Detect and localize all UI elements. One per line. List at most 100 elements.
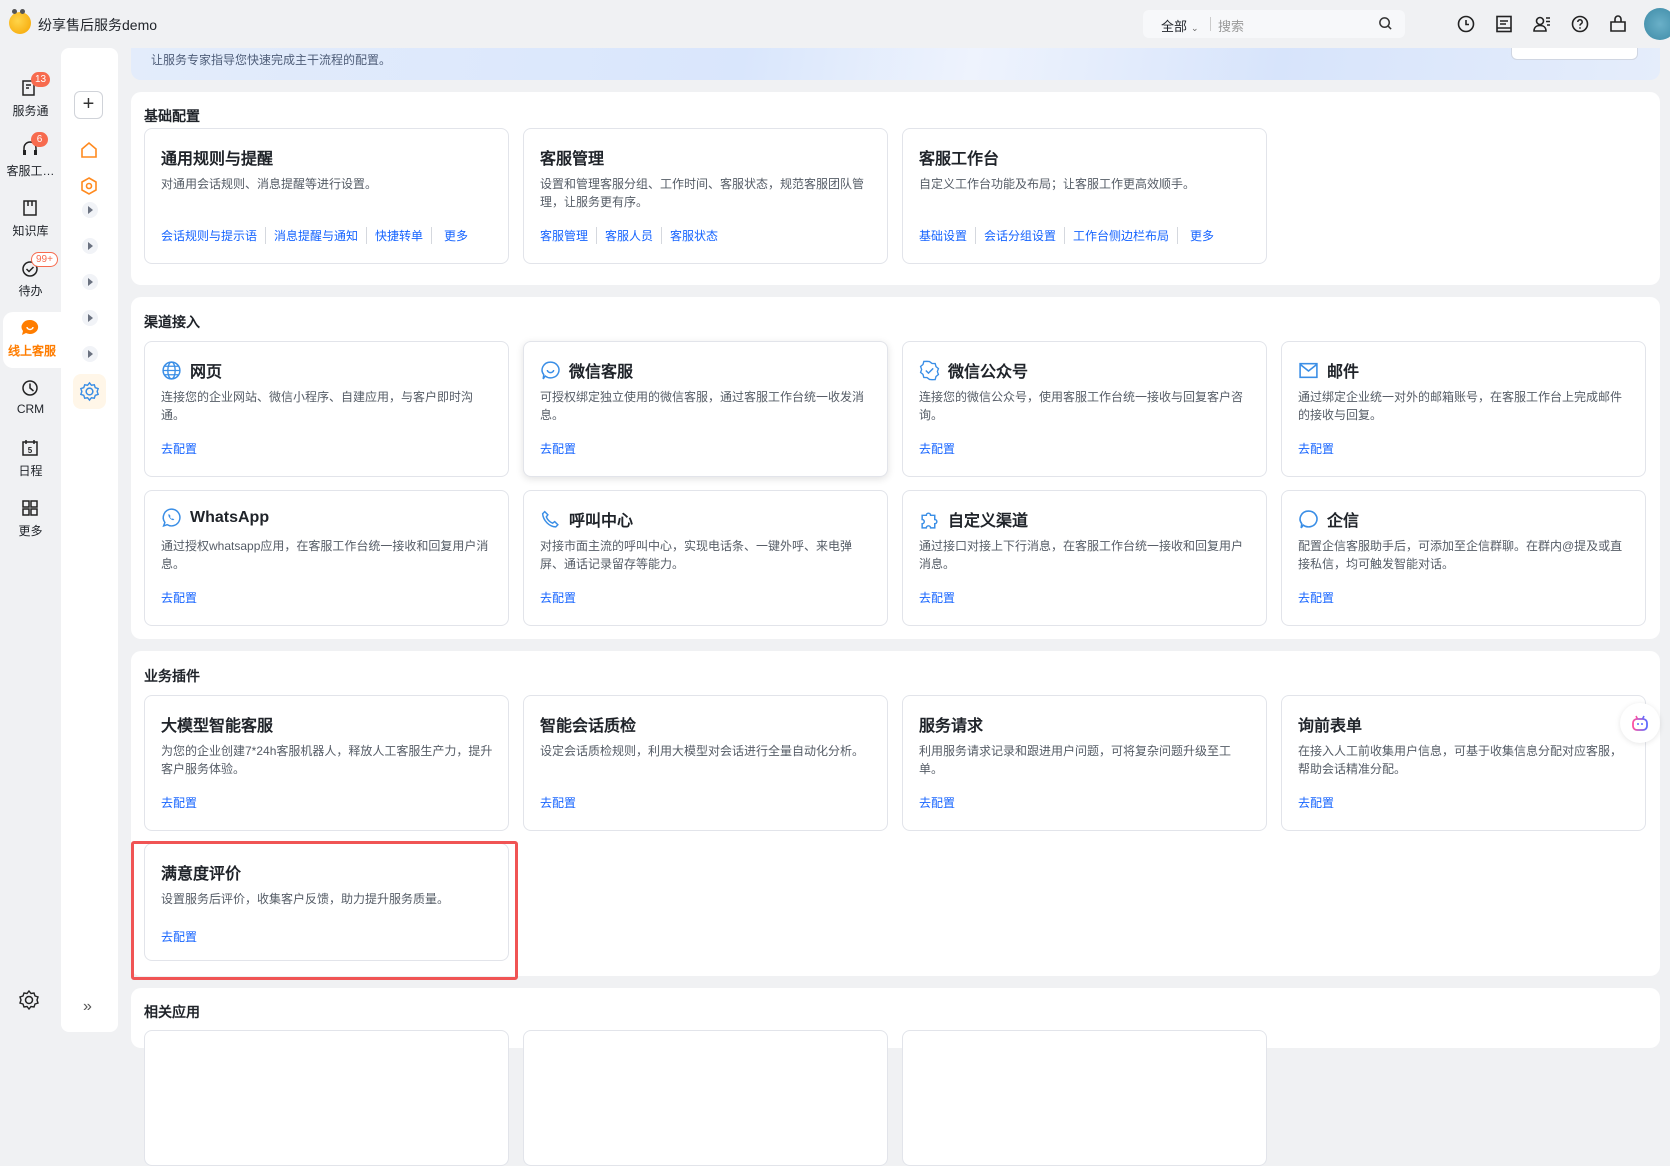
config-card[interactable]: 客服工作台 自定义工作台功能及布局；让客服工作更高效顺手。 基础设置 会话分组设置 工作… — [902, 128, 1267, 264]
add-button[interactable]: + — [74, 91, 103, 119]
bag-icon[interactable] — [1607, 13, 1629, 35]
config-card[interactable]: 智能会话质检 设定会话质检规则，利用大模型对会话进行全量自动化分析。 去配置 — [523, 695, 888, 831]
settings-gear-icon[interactable] — [17, 988, 41, 1012]
search-icon[interactable] — [1378, 16, 1393, 31]
section-basic-config: 基础配置 通用规则与提醒 对通用会话规则、消息提醒等进行设置。 会话规则与提示语 消息… — [131, 92, 1660, 285]
card-link[interactable]: 更多 — [1177, 227, 1222, 244]
config-card[interactable]: 网页 连接您的企业网站、微信小程序、自建应用，与客户即时沟通。 去配置 — [144, 341, 509, 477]
card-description: 设定会话质检规则，利用大模型对会话进行全量自动化分析。 — [540, 744, 865, 758]
section-title: 相关应用 — [144, 1004, 200, 1020]
card-link[interactable]: 去配置 — [1298, 589, 1342, 606]
card-title-text: 客服工作台 — [919, 151, 1000, 168]
card-link[interactable]: 去配置 — [919, 589, 963, 606]
card-description: 通过授权whatsapp应用，在客服工作台统一接收和回复用户消息。 — [161, 539, 489, 571]
config-card[interactable]: 大模型智能客服 为您的企业创建7*24h客服机器人，释放人工客服生产力，提升客户服… — [144, 695, 509, 831]
config-card[interactable]: 微信公众号 连接您的微信公众号，使用客服工作台统一接收与回复客户咨询。 去配置 — [902, 341, 1267, 477]
hexagon-icon[interactable] — [77, 174, 101, 198]
card-title: 微信公众号 — [919, 358, 1028, 382]
card-link[interactable]: 去配置 — [1298, 794, 1342, 811]
config-card[interactable]: 询前表单 在接入人工前收集用户信息，可基于收集信息分配对应客服，帮助会话精准分配。… — [1281, 695, 1646, 831]
card-link[interactable]: 去配置 — [161, 589, 205, 606]
expand-triangle-icon[interactable] — [82, 310, 98, 326]
top-bar: 纷享售后服务demo 全部 ⌄ 搜索 — [0, 0, 1670, 48]
nav-label: 日程 — [18, 464, 43, 478]
config-card[interactable]: 客服管理 设置和管理客服分组、工作时间、客服状态，规范客服团队管理，让服务更有序。… — [523, 128, 888, 264]
badge-count: 13 — [31, 72, 51, 87]
config-card[interactable]: 微信客服 可授权绑定独立使用的微信客服，通过客服工作台统一收发消息。 去配置 — [523, 341, 888, 477]
inbox-icon[interactable] — [1493, 13, 1515, 35]
search-scope-dropdown[interactable]: 全部 ⌄ — [1161, 16, 1199, 35]
card-links: 去配置 — [1298, 794, 1342, 811]
card-links: 基础设置 会话分组设置 工作台侧边栏布局 更多 — [919, 227, 1222, 244]
settings-nav-item[interactable] — [73, 374, 106, 409]
help-icon[interactable] — [1569, 13, 1591, 35]
nav-item-more[interactable]: 更多 — [0, 492, 61, 548]
card-title: 网页 — [161, 358, 222, 382]
nav-item-crm[interactable]: CRM — [0, 372, 61, 428]
nav-item-knowledge[interactable]: 知识库 — [0, 192, 61, 248]
book-icon — [23, 200, 37, 216]
search-input[interactable]: 搜索 — [1218, 16, 1244, 35]
clock-icon[interactable] — [1455, 13, 1477, 35]
card-link[interactable]: 去配置 — [161, 794, 205, 811]
card-title: 呼叫中心 — [540, 507, 633, 531]
config-card[interactable]: 自定义渠道 通过接口对接上下行消息，在客服工作台统一接收和回复用户消息。 去配置 — [902, 490, 1267, 626]
card-link[interactable]: 更多 — [431, 227, 476, 244]
card-link[interactable]: 客服管理 — [540, 227, 596, 244]
global-search[interactable]: 全部 ⌄ 搜索 — [1143, 10, 1405, 38]
config-card[interactable]: WhatsApp 通过授权whatsapp应用，在客服工作台统一接收和回复用户消息… — [144, 490, 509, 626]
card-link[interactable]: 去配置 — [161, 440, 205, 457]
card-description: 自定义工作台功能及布局；让客服工作更高效顺手。 — [919, 177, 1196, 191]
card-link[interactable]: 快捷转单 — [366, 227, 431, 244]
card-title: WhatsApp — [161, 507, 269, 528]
card-description: 设置和管理客服分组、工作时间、客服状态，规范客服团队管理，让服务更有序。 — [540, 177, 865, 209]
nav-item-schedule[interactable]: 5 日程 — [0, 432, 61, 488]
card-description: 通过绑定企业统一对外的邮箱账号，在客服工作台上完成邮件的接收与回复。 — [1298, 390, 1623, 422]
contacts-icon[interactable] — [1531, 13, 1553, 35]
gear-icon — [79, 381, 100, 402]
card-link[interactable]: 去配置 — [1298, 440, 1342, 457]
expand-triangle-icon[interactable] — [82, 274, 98, 290]
nav-item-agent-workbench[interactable]: 6 客服工… — [0, 132, 61, 188]
card-placeholder — [902, 1030, 1267, 1166]
card-link[interactable]: 客服状态 — [661, 227, 726, 244]
card-placeholder — [144, 1030, 509, 1166]
card-link[interactable]: 工作台侧边栏布局 — [1064, 227, 1177, 244]
card-link[interactable]: 去配置 — [919, 440, 963, 457]
card-title-text: WhatsApp — [190, 508, 270, 526]
card-title-text: 网页 — [190, 364, 223, 381]
collapse-double-chevron-icon[interactable]: » — [83, 998, 92, 1016]
nav-label: 更多 — [18, 524, 43, 538]
onboarding-banner: 让服务专家指导您快速完成主干流程的配置。 — [131, 48, 1660, 80]
ai-assistant-button[interactable] — [1620, 703, 1660, 743]
config-card[interactable]: 企信 配置企信客服助手后，可添加至企信群聊。在群内@提及或直接私信，均可触发智能对… — [1281, 490, 1646, 626]
card-link[interactable]: 消息提醒与通知 — [265, 227, 366, 244]
expand-triangle-icon[interactable] — [82, 238, 98, 254]
section-title: 渠道接入 — [144, 314, 200, 330]
card-link[interactable]: 会话规则与提示语 — [161, 227, 265, 244]
nav-item-online-service[interactable]: 线上客服 — [3, 312, 61, 368]
card-link[interactable]: 去配置 — [919, 794, 963, 811]
card-title: 询前表单 — [1298, 712, 1362, 736]
card-link[interactable]: 基础设置 — [919, 227, 975, 244]
divider — [1210, 17, 1211, 31]
card-link[interactable]: 去配置 — [540, 794, 584, 811]
nav-item-todo[interactable]: 99+ 待办 — [0, 252, 61, 308]
card-link[interactable]: 客服人员 — [596, 227, 661, 244]
expand-triangle-icon[interactable] — [82, 202, 98, 218]
card-title: 大模型智能客服 — [161, 712, 273, 736]
card-link[interactable]: 去配置 — [540, 589, 584, 606]
card-link[interactable]: 去配置 — [540, 440, 584, 457]
nav-item-service[interactable]: 13 服务通 — [0, 72, 61, 128]
avatar[interactable] — [1644, 8, 1670, 40]
expand-triangle-icon[interactable] — [82, 346, 98, 362]
home-icon[interactable] — [77, 138, 101, 162]
config-card[interactable]: 邮件 通过绑定企业统一对外的邮箱账号，在客服工作台上完成邮件的接收与回复。 去配置 — [1281, 341, 1646, 477]
config-card[interactable]: 通用规则与提醒 对通用会话规则、消息提醒等进行设置。 会话规则与提示语 消息提醒与通知… — [144, 128, 509, 264]
config-card[interactable]: 服务请求 利用服务请求记录和跟进用户问题，可将复杂问题升级至工单。 去配置 — [902, 695, 1267, 831]
config-card[interactable]: 呼叫中心 对接市面主流的呼叫中心，实现电话条、一键外呼、来电弹屏、通话记录留存等能… — [523, 490, 888, 626]
card-title: 微信客服 — [540, 358, 633, 382]
banner-button[interactable] — [1511, 48, 1638, 60]
puzzle-icon — [921, 511, 938, 529]
card-link[interactable]: 会话分组设置 — [975, 227, 1064, 244]
